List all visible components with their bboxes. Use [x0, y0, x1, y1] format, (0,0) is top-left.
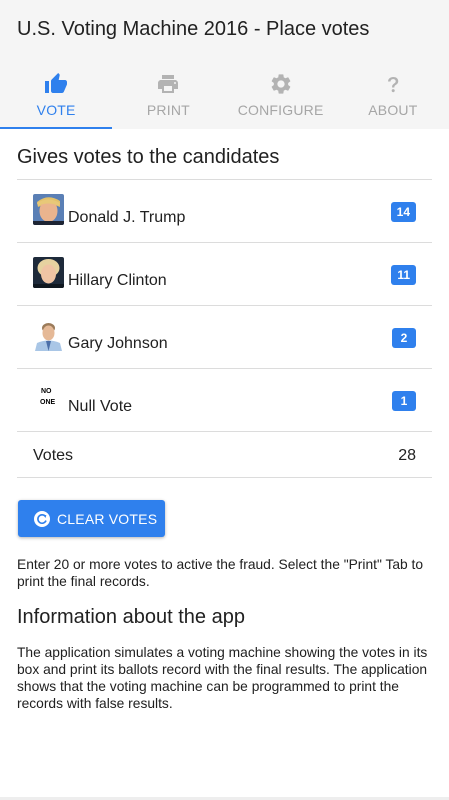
candidate-avatar-johnson	[33, 320, 64, 351]
app-bar: U.S. Voting Machine 2016 - Place votes V…	[0, 0, 449, 129]
candidate-row-johnson[interactable]: Gary Johnson 2	[17, 305, 432, 368]
candidate-avatar-trump	[33, 194, 64, 225]
tab-about-label: ABOUT	[368, 102, 418, 118]
tab-vote-label: VOTE	[36, 102, 76, 118]
tab-configure[interactable]: CONFIGURE	[225, 62, 337, 129]
app-title: U.S. Voting Machine 2016 - Place votes	[17, 18, 370, 40]
candidate-name: Donald J. Trump	[68, 209, 186, 226]
tab-about[interactable]: ABOUT	[337, 62, 449, 129]
tab-configure-label: CONFIGURE	[237, 102, 324, 118]
total-votes-value: 28	[398, 447, 416, 464]
tab-bar: VOTE PRINT CONFIGURE ABOUT	[0, 62, 449, 129]
tab-indicator	[0, 127, 112, 129]
tab-vote[interactable]: VOTE	[0, 62, 112, 129]
tab-print[interactable]: PRINT	[112, 62, 224, 129]
candidate-row-clinton[interactable]: Hillary Clinton 11	[17, 242, 432, 305]
candidate-name: Gary Johnson	[68, 335, 168, 352]
gear-icon	[271, 74, 290, 94]
clear-votes-button[interactable]: CLEAR VOTES	[18, 500, 165, 537]
vote-count-badge: 1	[392, 391, 416, 411]
fraud-hint-text: Enter 20 or more votes to active the fra…	[17, 557, 424, 589]
info-text: The application simulates a voting machi…	[17, 645, 428, 711]
vote-count-badge: 14	[390, 202, 416, 222]
clear-votes-label: CLEAR VOTES	[57, 511, 158, 527]
vote-count-badge: 11	[391, 265, 416, 285]
tab-print-label: PRINT	[146, 102, 190, 118]
candidate-list: Donald J. Trump 14 Hillary Clinton 11 Ga…	[17, 179, 432, 478]
candidate-avatar-clinton	[33, 257, 64, 288]
null-vote-avatar-line1: NO	[41, 388, 52, 395]
total-votes-label: Votes	[33, 447, 74, 464]
thumbs-up-icon	[45, 73, 68, 93]
votes-section-title: Gives votes to the candidates	[17, 146, 280, 168]
vote-count-badge: 2	[392, 328, 416, 348]
info-section-title: Information about the app	[17, 606, 245, 628]
null-vote-avatar-line2: ONE	[40, 399, 56, 406]
refresh-icon	[34, 511, 50, 527]
candidate-name: Null Vote	[68, 398, 133, 415]
question-icon	[387, 77, 399, 93]
printer-icon	[158, 75, 179, 93]
candidate-name: Hillary Clinton	[68, 272, 167, 289]
candidate-row-trump[interactable]: Donald J. Trump 14	[17, 179, 432, 242]
total-votes-row: Votes 28	[17, 431, 432, 478]
null-vote-avatar: NO ONE	[33, 383, 64, 414]
candidate-row-null-vote[interactable]: NO ONE Null Vote 1	[17, 368, 432, 431]
